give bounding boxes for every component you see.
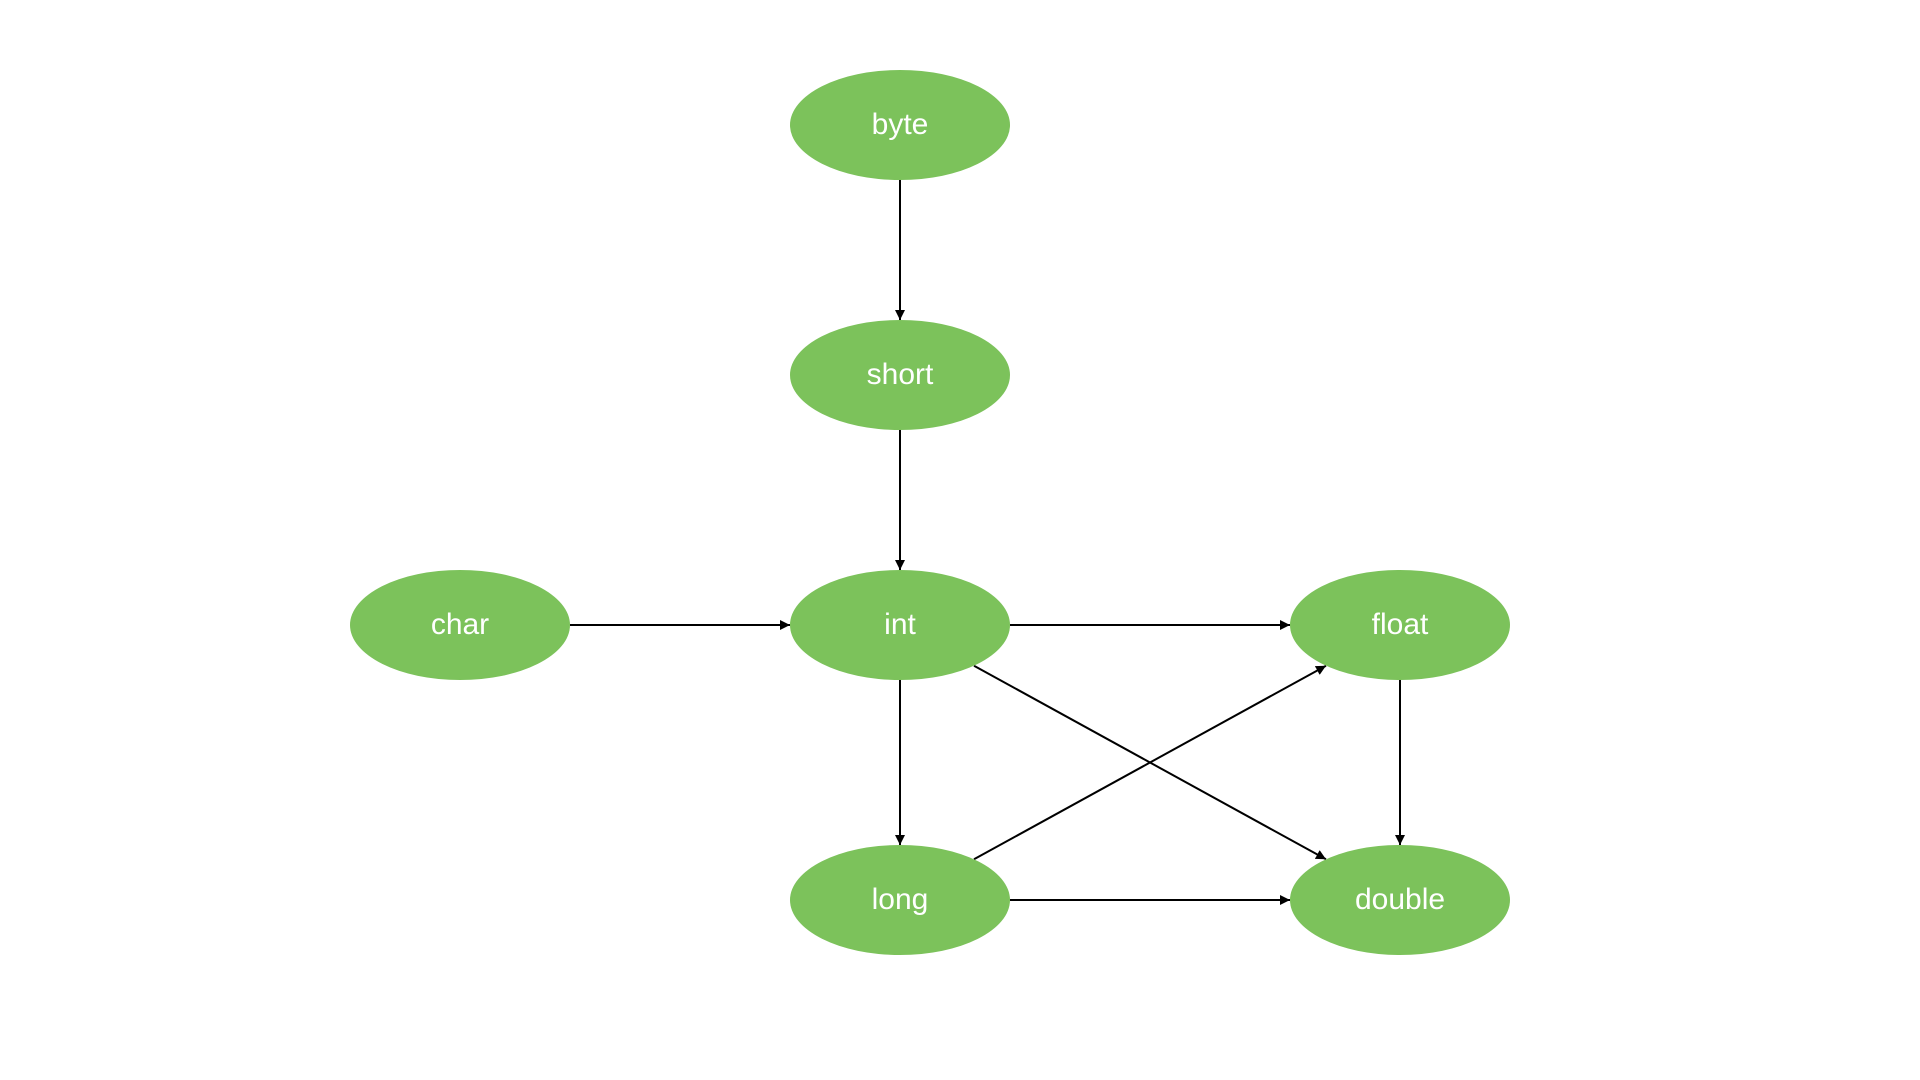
node-char: char bbox=[350, 570, 570, 680]
edge-int-to-double bbox=[974, 666, 1326, 860]
node-label: float bbox=[1372, 608, 1429, 642]
node-float: float bbox=[1290, 570, 1510, 680]
node-double: double bbox=[1290, 845, 1510, 955]
node-label: byte bbox=[872, 108, 929, 142]
node-long: long bbox=[790, 845, 1010, 955]
node-short: short bbox=[790, 320, 1010, 430]
node-label: double bbox=[1355, 883, 1445, 917]
node-label: long bbox=[872, 883, 929, 917]
node-int: int bbox=[790, 570, 1010, 680]
node-label: int bbox=[884, 608, 916, 642]
node-byte: byte bbox=[790, 70, 1010, 180]
node-label: short bbox=[867, 358, 934, 392]
node-label: char bbox=[431, 608, 489, 642]
edge-long-to-float bbox=[974, 666, 1326, 860]
